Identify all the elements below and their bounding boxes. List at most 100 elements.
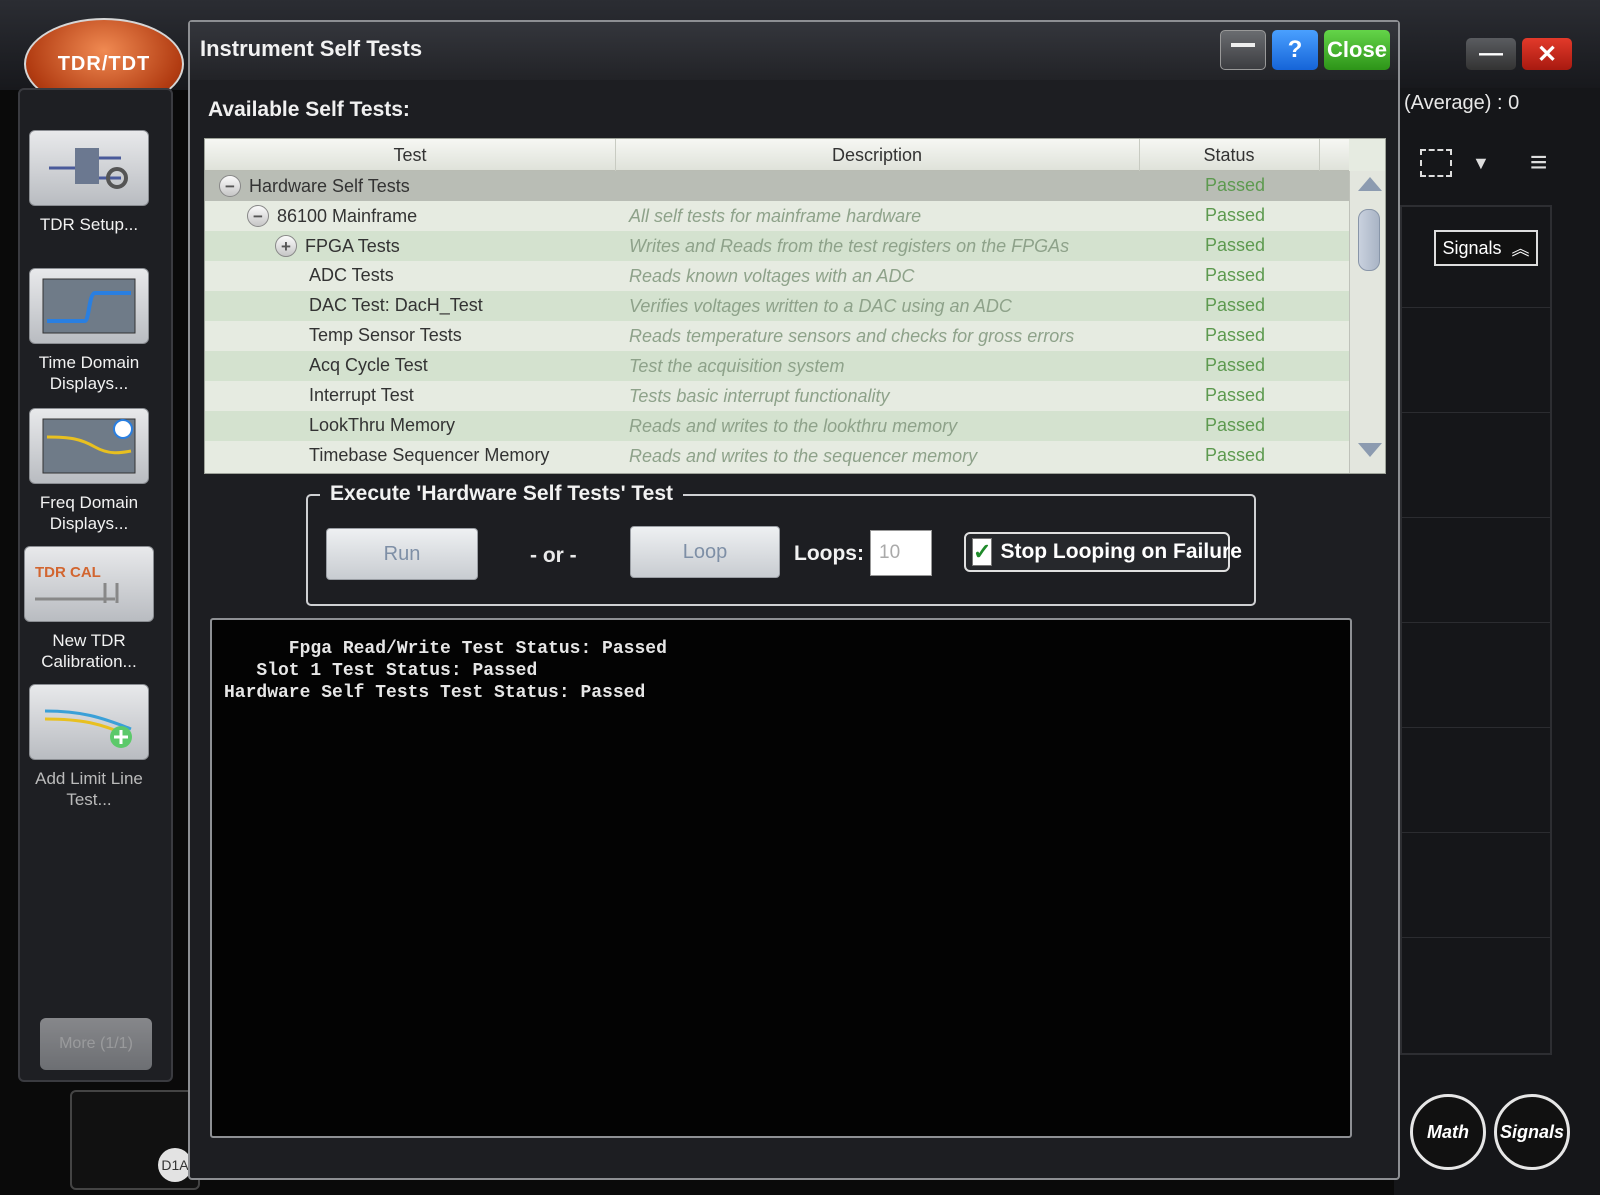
app-window-controls: — ✕ [1466,38,1600,72]
tree-row[interactable]: DAC Test: DacH_Test Verifies voltages wr… [205,291,1349,321]
add-limit-line-test-label: Add Limit Line Test... [35,769,143,809]
test-description: All self tests for mainframe hardware [629,206,922,226]
tree-row[interactable]: ADC Tests Reads known voltages with an A… [205,261,1349,291]
freq-domain-displays-label: Freq Domain Displays... [39,493,139,533]
step-waveform-icon [29,268,149,344]
minimize-button[interactable] [1220,30,1266,70]
available-self-tests-label: Available Self Tests: [208,98,410,121]
stop-looping-on-failure-checkbox[interactable]: ✓ Stop Looping on Failure [964,532,1242,572]
column-description[interactable]: Description [615,139,1140,171]
self-tests-tree[interactable]: Test Description Status − Hardware Self T… [204,138,1386,474]
select-region-icon[interactable] [1420,149,1452,177]
signals-tab-label: Signals [1442,237,1502,258]
test-name: 86100 Mainframe [277,205,418,226]
tdr-setup-label: TDR Setup... [39,215,139,234]
stop-looping-label: Stop Looping on Failure [1000,540,1242,563]
minimize-icon [1231,43,1255,47]
test-status: Passed [1205,295,1266,315]
d1a-badge[interactable]: D1A [158,1148,192,1182]
column-test[interactable]: Test [205,139,616,171]
test-description: Test the acquisition system [629,356,845,376]
or-label: - or - [530,544,577,567]
test-name: Hardware Self Tests [249,175,410,196]
instrument-self-tests-dialog: Instrument Self Tests ? Close Available … [188,20,1400,1180]
tree-row[interactable]: Temp Sensor Tests Reads temperature sens… [205,321,1349,351]
test-description: Reads known voltages with an ADC [629,266,915,286]
test-status: Passed [1205,265,1266,285]
dialog-title: Instrument Self Tests [200,36,423,61]
loops-input[interactable] [870,530,932,576]
test-name: Acq Cycle Test [309,355,428,375]
scroll-thumb[interactable] [1358,209,1380,271]
tree-row[interactable]: Timebase Sequencer Memory Reads and writ… [205,441,1349,471]
math-button[interactable]: Math [1410,1094,1486,1170]
loops-label: Loops: [794,542,864,565]
test-status: Passed [1205,325,1266,345]
new-tdr-calibration-button[interactable]: TDR CAL New TDR Calibration... [24,546,154,672]
test-status: Passed [1205,235,1266,255]
test-status: Passed [1205,445,1266,465]
dropdown-arrow-icon[interactable]: ▼ [1472,153,1490,174]
test-description: Writes and Reads from the test registers… [629,236,1070,256]
loop-button[interactable]: Loop [630,526,780,578]
test-output-console: Fpga Read/Write Test Status: Passed Slot… [210,618,1352,1138]
test-description: Reads and writes to the sequencer memory [629,446,978,466]
test-name: LookThru Memory [309,415,456,435]
console-line: Fpga Read/Write Test Status: Passed [224,639,667,659]
tree-row[interactable]: Interrupt Test Tests basic interrupt fun… [205,381,1349,411]
freq-waveform-icon [29,408,149,484]
test-name: Interrupt Test [309,385,414,405]
new-tdr-calibration-label: New TDR Calibration... [41,631,137,671]
test-description: Tests basic interrupt functionality [629,386,890,406]
more-button[interactable]: More (1/1) [40,1018,152,1070]
time-domain-displays-label: Time Domain Displays... [38,353,140,393]
collapse-icon[interactable]: − [219,175,241,197]
test-name: FPGA Tests [305,235,400,256]
test-name: Timebase Sequencer Memory [309,445,550,465]
tree-row[interactable]: −86100 Mainframe All self tests for main… [205,201,1349,231]
right-toolbar: ▼ ≡ [1420,145,1570,181]
collapse-icon[interactable]: − [247,205,269,227]
scroll-up-arrow-icon[interactable] [1358,177,1382,191]
signals-tab[interactable]: Signals ︽ [1434,230,1538,266]
close-button[interactable]: Close [1324,30,1390,70]
tree-row[interactable]: Acq Cycle Test Test the acquisition syst… [205,351,1349,381]
checkmark-icon: ✓ [972,538,993,566]
tdr-setup-button[interactable]: TDR Setup... [28,130,150,235]
run-button[interactable]: Run [326,528,478,580]
tdr-cal-icon: TDR CAL [24,546,154,622]
menu-icon[interactable]: ≡ [1530,146,1548,180]
column-status[interactable]: Status [1139,139,1320,171]
tree-row[interactable]: + FPGA Tests Writes and Reads from the te… [205,231,1349,261]
execute-test-group: Execute 'Hardware Self Tests' Test Run -… [306,482,1256,606]
time-domain-displays-button[interactable]: Time Domain Displays... [28,268,150,394]
average-readout: (Average) : 0 [1404,92,1520,114]
expand-icon[interactable]: + [275,235,297,257]
signals-button[interactable]: Signals [1494,1094,1570,1170]
tree-scrollbar[interactable] [1349,171,1385,473]
tdr-setup-icon [29,130,149,206]
execute-group-title: Execute 'Hardware Self Tests' Test [320,482,684,506]
test-name: ADC Tests [309,265,394,285]
add-limit-line-test-button[interactable]: Add Limit Line Test... [28,684,150,810]
test-status: Passed [1205,385,1266,405]
chevron-up-icon: ︽ [1511,239,1530,259]
app-close-icon[interactable]: ✕ [1522,38,1572,70]
dialog-title-bar: Instrument Self Tests ? Close [190,22,1398,80]
test-description: Reads and writes to the lookthru memory [629,416,958,436]
tree-row[interactable]: − Hardware Self Tests Passed [205,171,1349,201]
test-description: Verifies voltages written to a DAC using… [629,296,1012,316]
freq-domain-displays-button[interactable]: Freq Domain Displays... [28,408,150,534]
test-status: Passed [1205,175,1266,195]
app-minimize-icon[interactable]: — [1466,38,1516,70]
tree-row[interactable]: LookThru Memory Reads and writes to the … [205,411,1349,441]
limit-line-icon [29,684,149,760]
test-status: Passed [1205,205,1266,225]
scroll-down-arrow-icon[interactable] [1358,443,1382,457]
tdr-cal-icon-text: TDR CAL [35,563,101,581]
console-line: Hardware Self Tests Test Status: Passed [224,683,646,703]
test-status: Passed [1205,355,1266,375]
help-button[interactable]: ? [1272,30,1318,70]
tree-header: Test Description Status [205,139,1349,171]
test-description: Reads temperature sensors and checks for… [629,326,1075,346]
